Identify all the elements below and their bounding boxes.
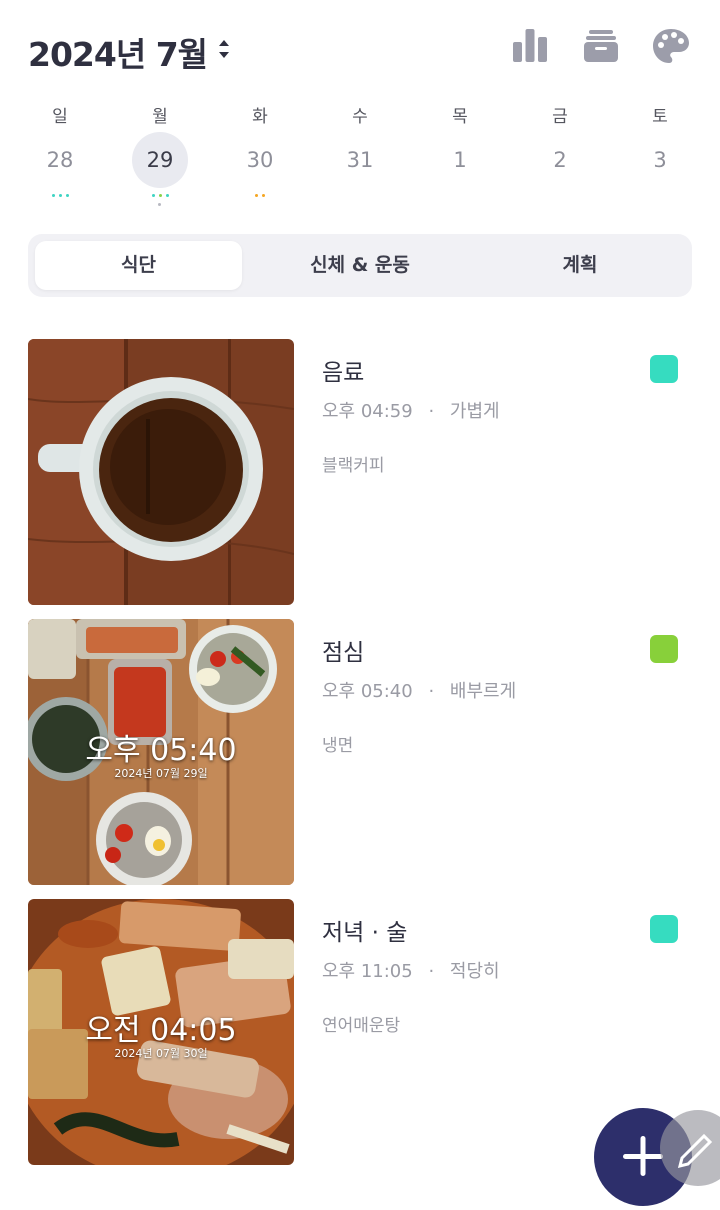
meal-entry[interactable]: 오후 05:40 2024년 07월 29일 점심 오후 05:40 · 배부르… — [28, 619, 692, 885]
separator-dot: · — [428, 401, 435, 422]
separator-dot: · — [428, 961, 435, 982]
month-title[interactable]: 2024년 7월 — [28, 28, 208, 76]
sort-updown-icon[interactable] — [216, 37, 232, 61]
day-wednesday[interactable]: 수 31 — [310, 96, 410, 216]
meal-meta: 오후 04:59 · 가볍게 — [322, 397, 500, 423]
meal-type: 점심 — [322, 640, 365, 666]
day-of-week: 월 — [152, 107, 168, 127]
date-circle: 1 — [432, 132, 488, 188]
date-number: 2 — [553, 148, 567, 172]
meal-photo-lunch[interactable]: 오후 05:40 2024년 07월 29일 — [28, 619, 294, 885]
date-circle: 28 — [32, 132, 88, 188]
date-circle: 31 — [332, 132, 388, 188]
meal-meta: 오후 11:05 · 적당히 — [322, 957, 500, 983]
date-circle: 2 — [532, 132, 588, 188]
category-color-tag — [650, 915, 678, 943]
photo-datestamp: 2024년 07월 29일 — [114, 767, 208, 780]
meal-portion: 가볍게 — [449, 401, 500, 422]
day-of-week: 목 — [452, 107, 468, 127]
day-friday[interactable]: 금 2 — [510, 96, 610, 216]
photo-timestamp: 오후 05:40 — [85, 733, 237, 768]
meal-portion: 적당히 — [449, 961, 500, 982]
record-dot — [58, 194, 62, 197]
meal-time: 오후 11:05 — [322, 961, 413, 982]
meal-entry[interactable]: 오전 04:05 2024년 07월 30일 저녁 · 술 오후 11:05 ·… — [28, 899, 692, 1165]
day-saturday[interactable]: 토 3 — [610, 96, 710, 216]
date-number: 29 — [146, 148, 174, 172]
tab-plan[interactable]: 계획 — [474, 241, 686, 290]
date-number: 31 — [346, 148, 374, 172]
record-dot — [51, 194, 55, 197]
record-dot — [65, 194, 69, 197]
meal-time: 오후 05:40 — [322, 681, 413, 702]
day-of-week: 수 — [352, 107, 368, 127]
record-dot — [158, 203, 161, 206]
meal-photo-stew[interactable]: 오전 04:05 2024년 07월 30일 — [28, 899, 294, 1165]
day-of-week: 토 — [652, 107, 668, 127]
app-header: 2024년 7월 — [0, 0, 720, 96]
food-name: 연어매운탕 — [322, 1016, 401, 1036]
day-of-week: 화 — [252, 107, 268, 127]
date-number: 3 — [653, 148, 667, 172]
selected-date-circle: 29 — [132, 132, 188, 188]
separator-dot: · — [428, 681, 435, 702]
tab-body-exercise[interactable]: 신체 & 운동 — [254, 241, 466, 290]
segment-tabs: 식단 신체 & 운동 계획 — [28, 234, 692, 297]
tab-diet[interactable]: 식단 — [35, 241, 242, 290]
meal-portion: 배부르게 — [449, 681, 517, 702]
date-circle: 30 — [232, 132, 288, 188]
meal-photo-coffee[interactable] — [28, 339, 294, 605]
bar-chart-icon[interactable] — [510, 26, 550, 66]
day-monday[interactable]: 월 29 — [110, 96, 210, 216]
photo-timestamp: 오전 04:05 — [85, 1013, 237, 1048]
date-number: 1 — [453, 148, 467, 172]
meal-entry[interactable]: 음료 오후 04:59 · 가볍게 블랙커피 — [28, 339, 692, 605]
date-number: 30 — [246, 148, 274, 172]
photo-datestamp: 2024년 07월 30일 — [114, 1047, 208, 1060]
day-sunday[interactable]: 일 28 — [10, 96, 110, 216]
record-dots — [210, 194, 310, 214]
day-of-week: 일 — [52, 107, 68, 127]
record-dot — [255, 194, 258, 197]
meal-meta: 오후 05:40 · 배부르게 — [322, 677, 516, 703]
week-strip: 일 28 월 29 화 30 수 31 목 1 금 2 토 3 — [10, 96, 710, 216]
day-thursday[interactable]: 목 1 — [410, 96, 510, 216]
record-dots — [110, 194, 210, 214]
day-of-week: 금 — [552, 107, 568, 127]
food-name: 냉면 — [322, 736, 354, 756]
record-dot — [262, 194, 265, 197]
meal-time: 오후 04:59 — [322, 401, 413, 422]
day-tuesday[interactable]: 화 30 — [210, 96, 310, 216]
food-name: 블랙커피 — [322, 456, 385, 476]
record-dot — [165, 194, 169, 197]
pencil-icon — [677, 1133, 713, 1169]
edit-button[interactable] — [660, 1110, 720, 1186]
meal-type: 저녁 · 술 — [322, 920, 408, 946]
palette-icon[interactable] — [651, 26, 691, 66]
date-number: 28 — [46, 148, 74, 172]
date-circle: 3 — [632, 132, 688, 188]
record-dot — [158, 194, 162, 197]
record-dot — [151, 194, 155, 197]
category-color-tag — [650, 355, 678, 383]
meal-type: 음료 — [322, 360, 365, 386]
category-color-tag — [650, 635, 678, 663]
record-dots — [10, 194, 110, 214]
archive-box-icon[interactable] — [581, 26, 621, 66]
